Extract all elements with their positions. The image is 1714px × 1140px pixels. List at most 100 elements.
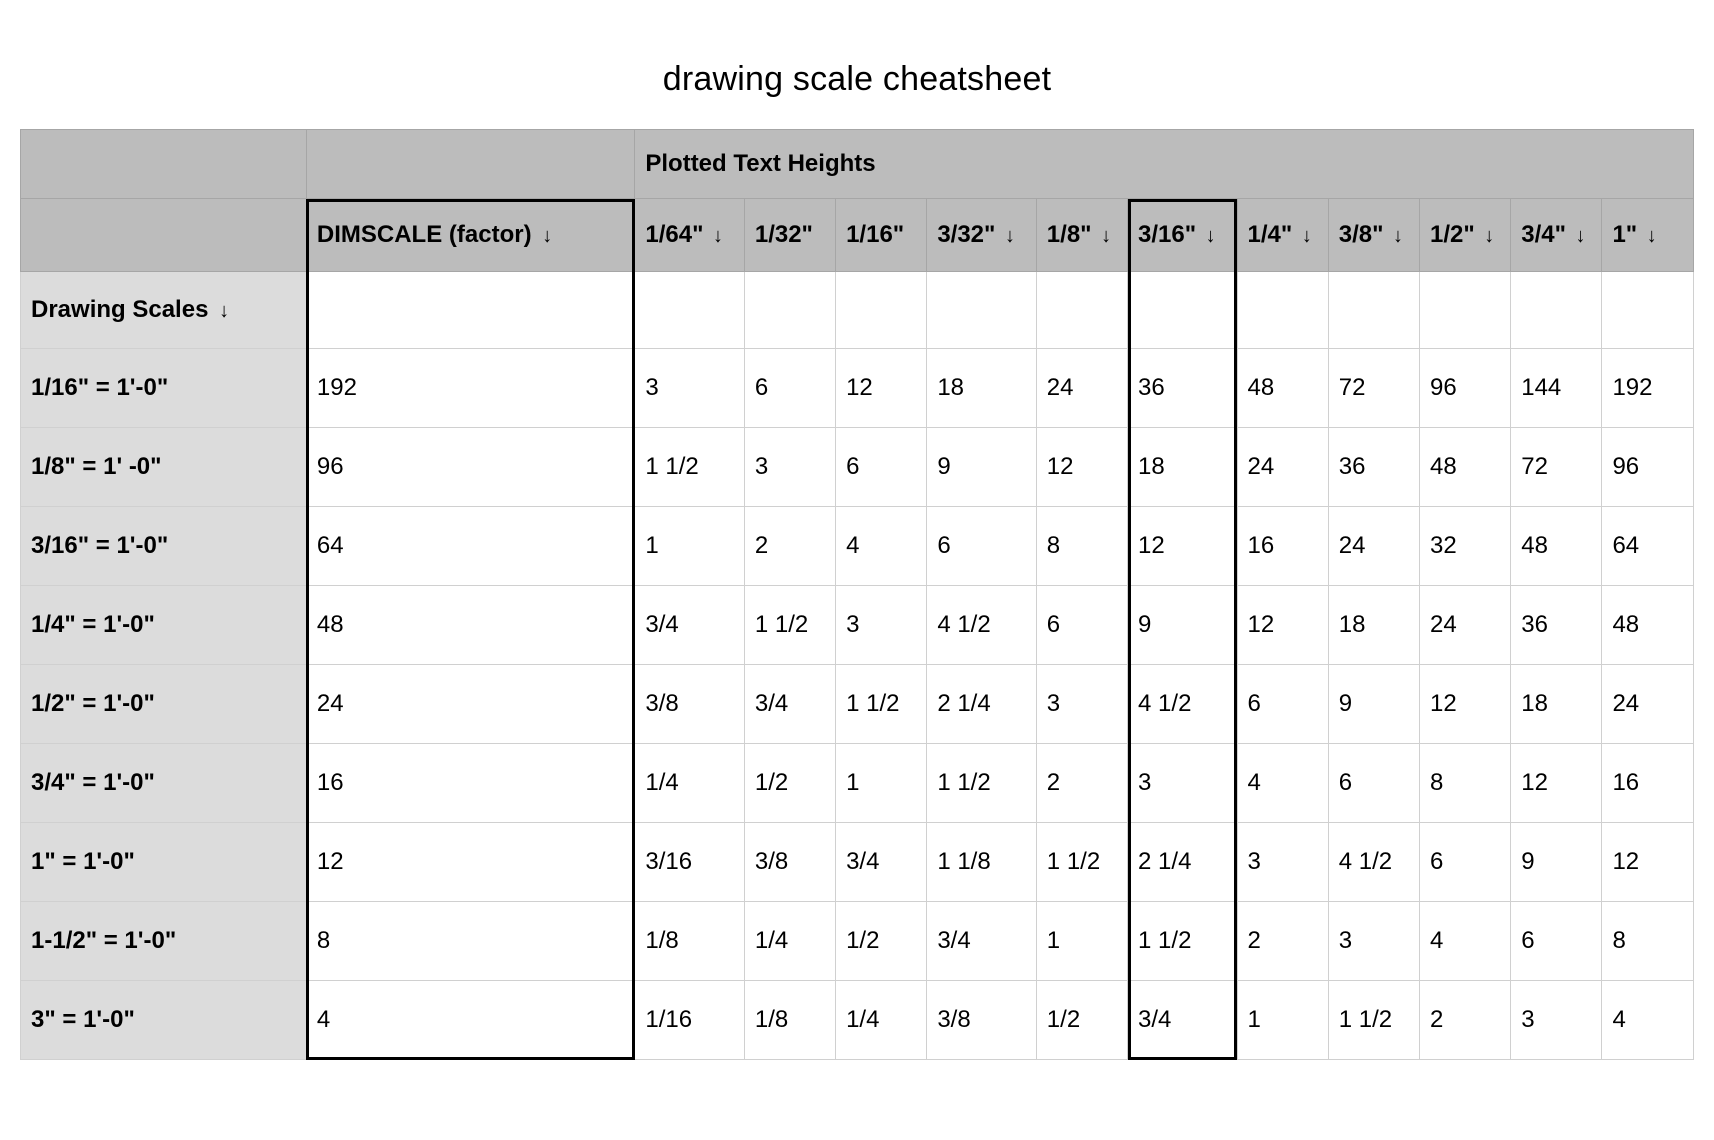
value-cell: 12: [1128, 507, 1237, 586]
value-cell: 16: [1602, 744, 1694, 823]
value-cell: 144: [1511, 349, 1602, 428]
value-cell: 72: [1511, 428, 1602, 507]
value-cell: 36: [1328, 428, 1419, 507]
value-cell: 48: [1419, 428, 1510, 507]
header-text-height[interactable]: 3/8" ↓: [1328, 199, 1419, 272]
header-text-height[interactable]: 1/4" ↓: [1237, 199, 1328, 272]
table-row: 3/16" = 1'-0"6412468121624324864: [21, 507, 1694, 586]
sort-arrow-icon: ↓: [1092, 225, 1112, 247]
value-cell: 3/8: [927, 981, 1036, 1060]
empty-cell: [1128, 272, 1237, 349]
header-text-height[interactable]: 1" ↓: [1602, 199, 1694, 272]
value-cell: 8: [1602, 902, 1694, 981]
value-cell: 3/4: [927, 902, 1036, 981]
drawing-scales-header-cell[interactable]: Drawing Scales ↓: [21, 272, 307, 349]
value-cell: 3/4: [635, 586, 744, 665]
value-cell: 9: [1511, 823, 1602, 902]
header-blank-3: [21, 199, 307, 272]
value-cell: 1 1/2: [1036, 823, 1127, 902]
dimscale-cell: 64: [306, 507, 634, 586]
value-cell: 12: [1237, 586, 1328, 665]
value-cell: 12: [1419, 665, 1510, 744]
value-cell: 1 1/2: [1128, 902, 1237, 981]
table-row: 3/4" = 1'-0"161/41/211 1/2234681216: [21, 744, 1694, 823]
header-text-height-label: 3/4": [1521, 221, 1566, 248]
value-cell: 3: [1128, 744, 1237, 823]
value-cell: 48: [1511, 507, 1602, 586]
value-cell: 24: [1036, 349, 1127, 428]
header-dimscale[interactable]: DIMSCALE (factor) ↓: [306, 199, 634, 272]
header-text-height[interactable]: 1/32": [744, 199, 835, 272]
value-cell: 1: [1237, 981, 1328, 1060]
sort-arrow-icon: ↓: [1384, 225, 1404, 247]
header-text-height-label: 1/2": [1430, 221, 1475, 248]
empty-cell: [1036, 272, 1127, 349]
empty-cell: [1419, 272, 1510, 349]
value-cell: 12: [1036, 428, 1127, 507]
table-wrap: Plotted Text Heights DIMSCALE (factor) ↓…: [20, 129, 1694, 1060]
header-text-height[interactable]: 3/16" ↓: [1128, 199, 1237, 272]
value-cell: 6: [927, 507, 1036, 586]
value-cell: 4: [1237, 744, 1328, 823]
value-cell: 1 1/2: [836, 665, 927, 744]
header-text-height[interactable]: 1/2" ↓: [1419, 199, 1510, 272]
dimscale-cell: 24: [306, 665, 634, 744]
value-cell: 24: [1328, 507, 1419, 586]
sort-arrow-icon: ↓: [1566, 225, 1586, 247]
empty-cell: [1328, 272, 1419, 349]
value-cell: 18: [927, 349, 1036, 428]
header-text-height[interactable]: 3/4" ↓: [1511, 199, 1602, 272]
empty-cell: [306, 272, 634, 349]
value-cell: 4 1/2: [927, 586, 1036, 665]
header-text-height[interactable]: 1/64" ↓: [635, 199, 744, 272]
value-cell: 4 1/2: [1128, 665, 1237, 744]
sort-arrow-icon: ↓: [995, 225, 1015, 247]
table-row: 1/16" = 1'-0"1923612182436487296144192: [21, 349, 1694, 428]
value-cell: 8: [1419, 744, 1510, 823]
page: drawing scale cheatsheet Plotted Text He…: [0, 0, 1714, 1140]
value-cell: 2 1/4: [927, 665, 1036, 744]
value-cell: 4 1/2: [1328, 823, 1419, 902]
table-head: Plotted Text Heights DIMSCALE (factor) ↓…: [21, 130, 1694, 272]
value-cell: 2: [1237, 902, 1328, 981]
header-text-height[interactable]: 3/32" ↓: [927, 199, 1036, 272]
page-title: drawing scale cheatsheet: [20, 60, 1694, 99]
header-text-height-label: 1/4": [1248, 221, 1293, 248]
value-cell: 1 1/2: [744, 586, 835, 665]
empty-cell: [744, 272, 835, 349]
header-text-height[interactable]: 1/16": [836, 199, 927, 272]
sort-arrow-icon: ↓: [1637, 225, 1657, 247]
header-text-height-label: 1/64": [645, 221, 703, 248]
header-row-1: Plotted Text Heights: [21, 130, 1694, 199]
value-cell: 36: [1128, 349, 1237, 428]
header-text-height[interactable]: 1/8" ↓: [1036, 199, 1127, 272]
value-cell: 3/4: [1128, 981, 1237, 1060]
table-body: Drawing Scales ↓ 1/16" = 1'-0"1923612182…: [21, 272, 1694, 1060]
value-cell: 2: [1419, 981, 1510, 1060]
value-cell: 6: [1511, 902, 1602, 981]
dimscale-cell: 16: [306, 744, 634, 823]
value-cell: 12: [1511, 744, 1602, 823]
value-cell: 3/8: [744, 823, 835, 902]
value-cell: 32: [1419, 507, 1510, 586]
sort-arrow-icon: ↓: [215, 300, 229, 322]
table-row: 3" = 1'-0"41/161/81/43/81/23/411 1/2234: [21, 981, 1694, 1060]
header-blank-1: [21, 130, 307, 199]
cheatsheet-table: Plotted Text Heights DIMSCALE (factor) ↓…: [20, 129, 1694, 1060]
value-cell: 96: [1602, 428, 1694, 507]
value-cell: 6: [744, 349, 835, 428]
table-row: 1/4" = 1'-0"483/41 1/234 1/2691218243648: [21, 586, 1694, 665]
value-cell: 1 1/2: [1328, 981, 1419, 1060]
dimscale-cell: 192: [306, 349, 634, 428]
header-text-height-label: 3/16": [1138, 221, 1196, 248]
header-text-height-label: 1/8": [1047, 221, 1092, 248]
value-cell: 1: [836, 744, 927, 823]
dimscale-cell: 8: [306, 902, 634, 981]
value-cell: 192: [1602, 349, 1694, 428]
header-blank-2: [306, 130, 634, 199]
value-cell: 9: [1328, 665, 1419, 744]
value-cell: 1: [635, 507, 744, 586]
value-cell: 72: [1328, 349, 1419, 428]
value-cell: 1/8: [744, 981, 835, 1060]
value-cell: 48: [1237, 349, 1328, 428]
